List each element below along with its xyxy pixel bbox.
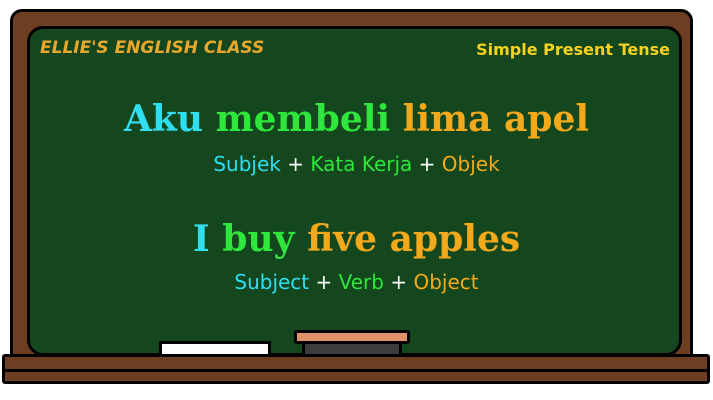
english-object-label: Object <box>413 270 479 294</box>
indonesian-structure: Subjek + Kata Kerja + Objek <box>0 152 713 176</box>
indonesian-verb-label: Kata Kerja <box>310 152 413 176</box>
english-verb: buy <box>222 218 295 260</box>
indonesian-subject: Aku <box>123 98 204 140</box>
chalk-ledge <box>2 354 710 384</box>
chalkboard-frame <box>10 9 693 369</box>
english-object: five apples <box>307 218 521 260</box>
ledge-divider <box>5 369 707 372</box>
indonesian-verb: membeli <box>215 98 391 140</box>
english-structure: Subject + Verb + Object <box>0 270 713 294</box>
english-sentence: I buy five apples <box>0 218 713 260</box>
plus-sign: + <box>418 152 436 176</box>
indonesian-sentence: Aku membeli lima apel <box>0 98 713 140</box>
english-subject: I <box>192 218 210 260</box>
plus-sign: + <box>390 270 408 294</box>
english-subject-label: Subject <box>234 270 310 294</box>
english-verb-label: Verb <box>338 270 384 294</box>
indonesian-subject-label: Subjek <box>213 152 281 176</box>
chalkboard-surface <box>27 26 682 356</box>
indonesian-object: lima apel <box>402 98 590 140</box>
class-title: ELLIE'S ENGLISH CLASS <box>40 38 265 58</box>
chalkboard-scene: ELLIE'S ENGLISH CLASS Simple Present Ten… <box>0 0 713 400</box>
plus-sign: + <box>315 270 333 294</box>
indonesian-object-label: Objek <box>441 152 500 176</box>
topic-title: Simple Present Tense <box>476 40 670 59</box>
plus-sign: + <box>287 152 304 176</box>
